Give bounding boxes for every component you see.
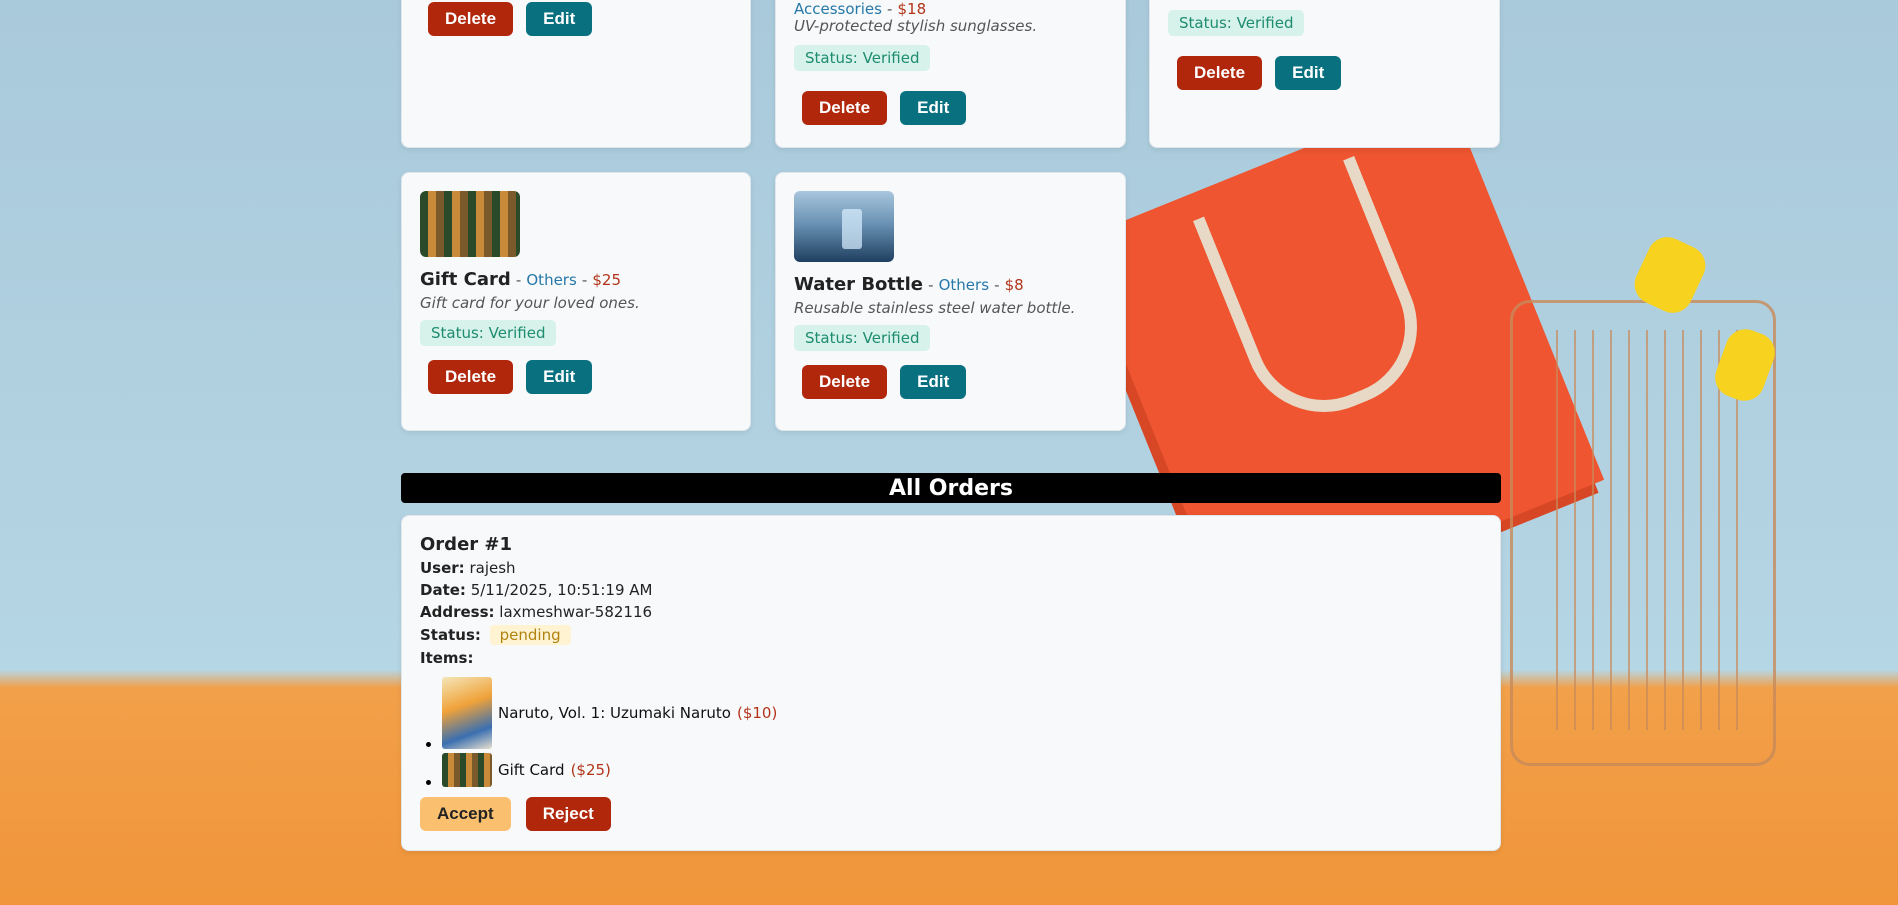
edit-button[interactable]: Edit [526, 360, 593, 394]
edit-button[interactable]: Edit [526, 2, 593, 36]
item-name: Naruto, Vol. 1: Uzumaki Naruto [498, 704, 731, 722]
reject-button[interactable]: Reject [525, 797, 611, 831]
order-status: Status: pending [420, 625, 1482, 645]
date-label: Date: [420, 581, 466, 599]
status-badge: pending [489, 625, 571, 645]
naruto-cover-image [442, 677, 492, 749]
order-user: User: rajesh [420, 559, 1482, 577]
delete-button[interactable]: Delete [428, 2, 514, 36]
address-value: laxmeshwar-582116 [499, 603, 653, 621]
delete-button[interactable]: Delete [802, 91, 888, 125]
accept-button[interactable]: Accept [420, 797, 511, 831]
address-label: Address: [420, 603, 495, 621]
product-description: Reusable stainless steel water bottle. [794, 299, 1076, 317]
product-category: Others [526, 271, 577, 289]
product-card: Delete Edit [401, 0, 751, 148]
user-value: rajesh [469, 559, 516, 577]
product-category: Others [938, 276, 990, 294]
list-item: Gift Card ($25) [442, 753, 1482, 787]
separator: - [928, 276, 934, 294]
edit-button[interactable]: Edit [1275, 56, 1342, 90]
order-title: Order #1 [420, 534, 513, 555]
order-items-label: Items: [420, 649, 474, 667]
edit-button[interactable]: Edit [900, 365, 967, 399]
product-category: Accessories [794, 0, 882, 18]
orders-section-title: All Orders [401, 473, 1501, 503]
product-description: Gift card for your loved ones. [420, 294, 640, 312]
status-badge: Status: Verified [794, 325, 931, 351]
delete-button[interactable]: Delete [802, 365, 888, 399]
product-price: $25 [592, 271, 622, 289]
separator: - [515, 271, 522, 289]
product-card: Gift Card - Others - $25 Gift card for y… [401, 172, 751, 431]
separator: - [887, 0, 893, 18]
status-badge: Status: Verified [420, 320, 557, 346]
product-image [420, 191, 520, 257]
product-card: Water Bottle - Others - $8 Reusable stai… [775, 172, 1126, 431]
product-name: Gift Card [420, 269, 511, 290]
background-cart-grid [1540, 330, 1740, 730]
product-price: $18 [897, 0, 927, 18]
product-card: Status: Verified Delete Edit [1149, 0, 1500, 148]
gift-card-image [442, 753, 492, 787]
status-badge: Status: Verified [794, 45, 931, 71]
delete-button[interactable]: Delete [1177, 56, 1263, 90]
product-name: Water Bottle [794, 274, 923, 295]
separator: - [994, 276, 1000, 294]
delete-button[interactable]: Delete [428, 360, 514, 394]
user-label: User: [420, 559, 465, 577]
order-address: Address: laxmeshwar-582116 [420, 603, 1482, 621]
item-price: ($25) [570, 761, 611, 779]
status-badge: Status: Verified [1168, 10, 1305, 36]
edit-button[interactable]: Edit [900, 91, 967, 125]
product-card: Accessories - $18 UV-protected stylish s… [775, 0, 1126, 148]
product-description: UV-protected stylish sunglasses. [794, 17, 1038, 35]
product-image [794, 191, 894, 262]
order-card: Order #1 User: rajesh Date: 5/11/2025, 1… [401, 515, 1501, 851]
item-name: Gift Card [498, 761, 565, 779]
product-price: $8 [1004, 276, 1024, 294]
list-item: Naruto, Vol. 1: Uzumaki Naruto ($10) [442, 677, 1482, 749]
order-date: Date: 5/11/2025, 10:51:19 AM [420, 581, 1482, 599]
status-label: Status: [420, 626, 481, 644]
date-value: 5/11/2025, 10:51:19 AM [470, 581, 653, 599]
separator: - [581, 271, 588, 289]
order-items-list: Naruto, Vol. 1: Uzumaki Naruto ($10) Gif… [420, 677, 1482, 787]
item-price: ($10) [736, 704, 778, 722]
